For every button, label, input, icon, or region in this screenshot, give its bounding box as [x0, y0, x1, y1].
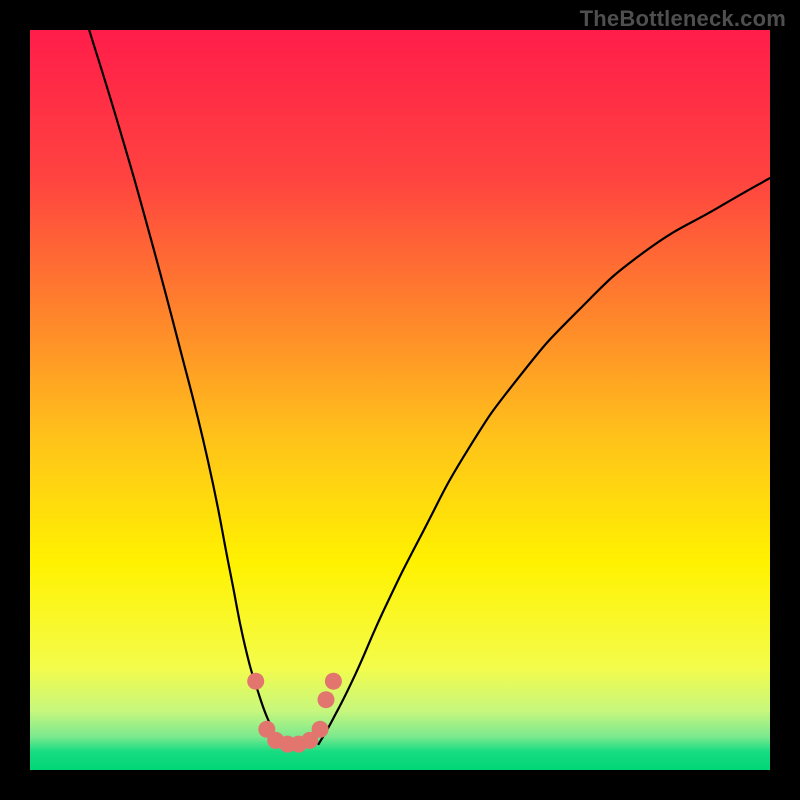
marker-dot [312, 721, 329, 738]
curve-layer [30, 30, 770, 770]
marker-dot [325, 673, 342, 690]
marker-dot [247, 673, 264, 690]
watermark-text: TheBottleneck.com [580, 6, 786, 32]
bottom-markers [247, 673, 342, 753]
chart-stage: TheBottleneck.com [0, 0, 800, 800]
right-curve [319, 178, 770, 744]
plot-area [30, 30, 770, 770]
left-curve [89, 30, 278, 744]
marker-dot [317, 691, 334, 708]
